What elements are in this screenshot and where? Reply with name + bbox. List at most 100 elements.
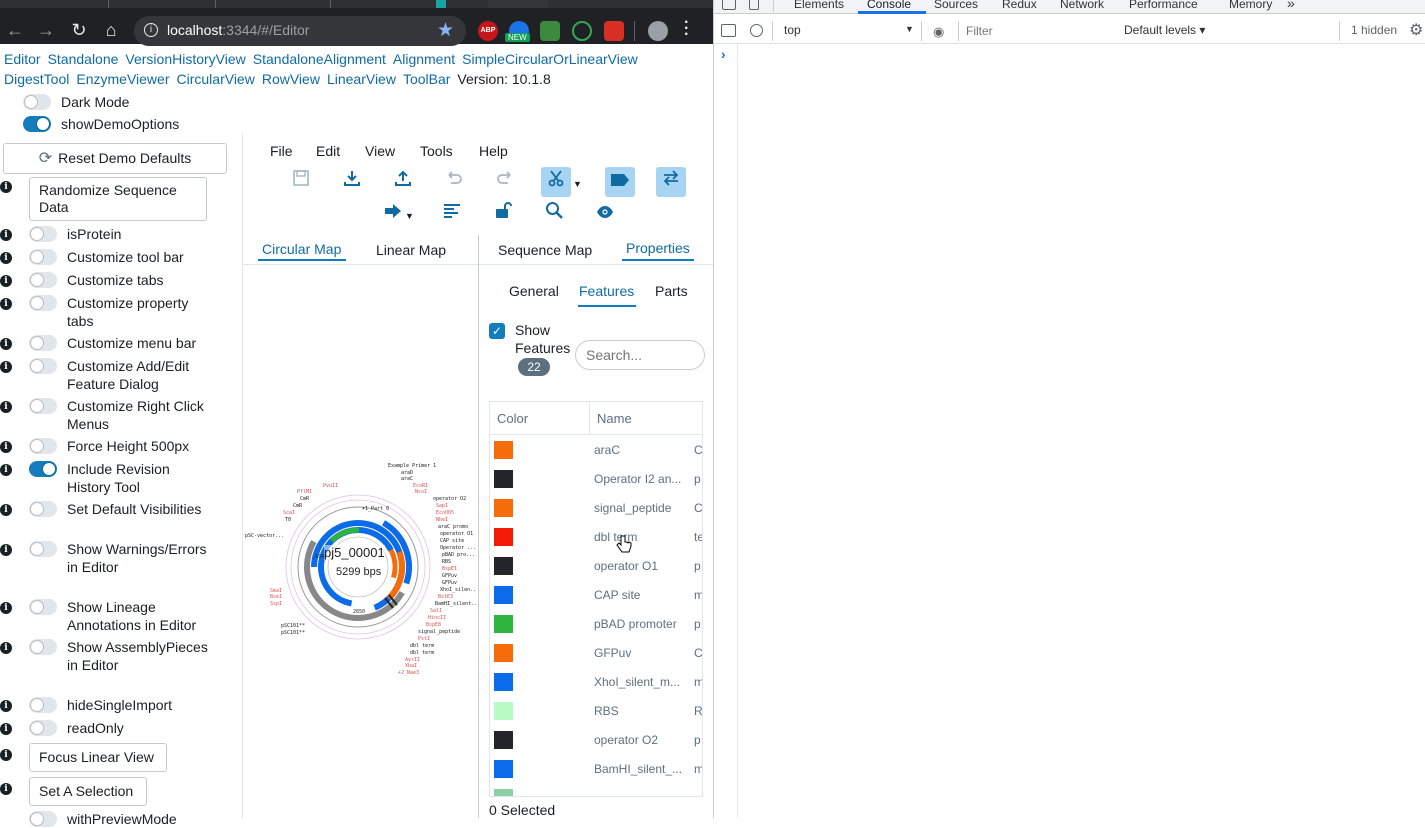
search-icon[interactable] xyxy=(539,199,569,229)
context-select[interactable]: top xyxy=(784,23,801,37)
chevron-down-icon[interactable]: ▼ xyxy=(573,179,582,189)
nav-link-toolbar[interactable]: ToolBar xyxy=(403,71,450,87)
table-row[interactable]: XhoI_silent_m... m xyxy=(490,668,702,697)
home-icon[interactable]: ⌂ xyxy=(99,18,123,42)
menu-edit[interactable]: Edit xyxy=(316,143,340,159)
chevron-down-icon[interactable]: ▼ xyxy=(405,211,414,221)
option-toggle-0[interactable] xyxy=(29,226,57,242)
column-header-color[interactable]: Color xyxy=(497,411,528,426)
info-icon[interactable]: i xyxy=(0,504,12,516)
log-levels-select[interactable]: Default levels ▾ xyxy=(1124,23,1205,37)
info-icon[interactable]: i xyxy=(0,338,12,350)
with-preview-mode-toggle[interactable] xyxy=(29,811,57,827)
table-row[interactable]: RBS R xyxy=(490,697,702,726)
column-header-name[interactable]: Name xyxy=(597,411,632,426)
device-toolbar-icon[interactable] xyxy=(749,0,759,10)
go-to-icon[interactable] xyxy=(378,199,408,229)
tab-linear-map[interactable]: Linear Map xyxy=(376,241,446,259)
randomize-sequence-button[interactable]: Randomize Sequence Data xyxy=(29,177,207,221)
url-text[interactable]: localhost:3344/#/Editor xyxy=(167,22,309,38)
gear-icon[interactable]: ⚙ xyxy=(1409,20,1423,40)
cutsite-tool-icon[interactable] xyxy=(541,167,571,197)
table-row[interactable]: BamHI_silent_... m xyxy=(490,755,702,784)
info-icon[interactable]: i xyxy=(0,544,12,556)
info-icon[interactable]: i xyxy=(0,275,12,287)
extension-icon[interactable] xyxy=(572,21,592,41)
back-icon[interactable]: ← xyxy=(3,18,27,42)
nav-link-rowview[interactable]: RowView xyxy=(262,71,320,87)
download-icon[interactable] xyxy=(337,167,367,197)
info-icon[interactable]: i xyxy=(0,298,12,310)
info-icon[interactable]: i xyxy=(0,723,12,735)
bookmark-star-icon[interactable]: ★ xyxy=(437,19,454,42)
table-row[interactable]: signal_peptide C xyxy=(490,494,702,523)
devtools-tab-performance[interactable]: Performance xyxy=(1129,0,1198,11)
clear-console-icon[interactable] xyxy=(750,24,763,37)
focus-linear-view-button[interactable]: Focus Linear View xyxy=(29,743,167,772)
devtools-tab-elements[interactable]: Elements xyxy=(794,0,844,11)
info-icon[interactable]: i xyxy=(0,252,12,264)
info-icon[interactable]: i xyxy=(0,441,12,453)
option-toggle-14[interactable] xyxy=(29,720,57,736)
show-demo-options-toggle[interactable] xyxy=(23,116,51,132)
devtools-tab-redux[interactable]: Redux xyxy=(1002,0,1037,11)
nav-link-alignment[interactable]: Alignment xyxy=(393,51,455,67)
redo-icon[interactable] xyxy=(490,167,520,197)
dark-mode-toggle[interactable] xyxy=(23,94,51,110)
nav-link-standalonealignment[interactable]: StandaloneAlignment xyxy=(253,51,386,67)
show-features-checkbox[interactable]: ✓ xyxy=(489,323,505,339)
devtools-tab-network[interactable]: Network xyxy=(1060,0,1104,11)
info-icon[interactable]: i xyxy=(0,783,12,795)
info-icon[interactable]: i xyxy=(0,401,12,413)
option-toggle-7[interactable] xyxy=(29,438,57,454)
menu-tools[interactable]: Tools xyxy=(420,143,453,159)
alignment-icon[interactable] xyxy=(437,199,467,229)
adblock-icon[interactable]: ABP xyxy=(478,21,498,41)
console-filter-input[interactable] xyxy=(966,21,1116,41)
devtools-tab-memory[interactable]: Memory xyxy=(1229,0,1272,11)
nav-link-standalone[interactable]: Standalone xyxy=(48,51,119,67)
nav-link-simplecircularorlinearview[interactable]: SimpleCircularOrLinearView xyxy=(462,51,638,67)
tab-general[interactable]: General xyxy=(509,282,559,300)
menu-file[interactable]: File xyxy=(270,143,293,159)
table-row[interactable]: dbl term te xyxy=(490,523,702,552)
option-toggle-10[interactable] xyxy=(29,541,57,557)
table-row[interactable]: GFPuv C xyxy=(490,639,702,668)
table-row[interactable] xyxy=(490,784,702,796)
kebab-menu-icon[interactable]: · · · xyxy=(684,15,689,43)
option-toggle-1[interactable] xyxy=(29,249,57,265)
forward-icon[interactable]: → xyxy=(34,18,58,42)
option-toggle-8[interactable] xyxy=(29,461,57,477)
orf-tool-icon[interactable] xyxy=(656,167,686,197)
table-row[interactable]: pBAD promoter p xyxy=(490,610,702,639)
devtools-tab-sources[interactable]: Sources xyxy=(934,0,978,11)
menu-help[interactable]: Help xyxy=(479,143,508,159)
option-toggle-6[interactable] xyxy=(29,398,57,414)
tab-circular-map[interactable]: Circular Map xyxy=(262,240,341,258)
option-toggle-13[interactable] xyxy=(29,697,57,713)
circular-map[interactable]: 4345 2650 +1_Part 0 Example Primer 1 ara… xyxy=(243,450,477,680)
tab-sequence-map[interactable]: Sequence Map xyxy=(498,241,592,259)
info-icon[interactable]: i xyxy=(0,700,12,712)
nav-link-editor[interactable]: Editor xyxy=(4,51,41,67)
menu-view[interactable]: View xyxy=(365,143,395,159)
option-toggle-4[interactable] xyxy=(29,335,57,351)
table-row[interactable]: operator O2 p xyxy=(490,726,702,755)
info-icon[interactable]: i xyxy=(0,229,12,241)
devtools-tab-console[interactable]: Console xyxy=(867,0,911,11)
more-tabs-icon[interactable]: » xyxy=(1287,0,1295,11)
info-icon[interactable]: i xyxy=(0,181,12,193)
info-icon[interactable]: i xyxy=(0,642,12,654)
option-toggle-2[interactable] xyxy=(29,272,57,288)
extension-icon[interactable] xyxy=(540,21,560,41)
eye-icon[interactable]: ◉ xyxy=(933,24,944,40)
info-icon[interactable]: i xyxy=(0,749,12,761)
option-toggle-12[interactable] xyxy=(29,639,57,655)
upload-icon[interactable] xyxy=(388,167,418,197)
unlock-icon[interactable] xyxy=(488,199,518,229)
option-toggle-5[interactable] xyxy=(29,358,57,374)
table-row[interactable]: operator O1 p xyxy=(490,552,702,581)
table-row[interactable]: Operator I2 an... p xyxy=(490,465,702,494)
extension-icon[interactable] xyxy=(604,21,624,41)
feature-search-input[interactable] xyxy=(575,340,705,370)
